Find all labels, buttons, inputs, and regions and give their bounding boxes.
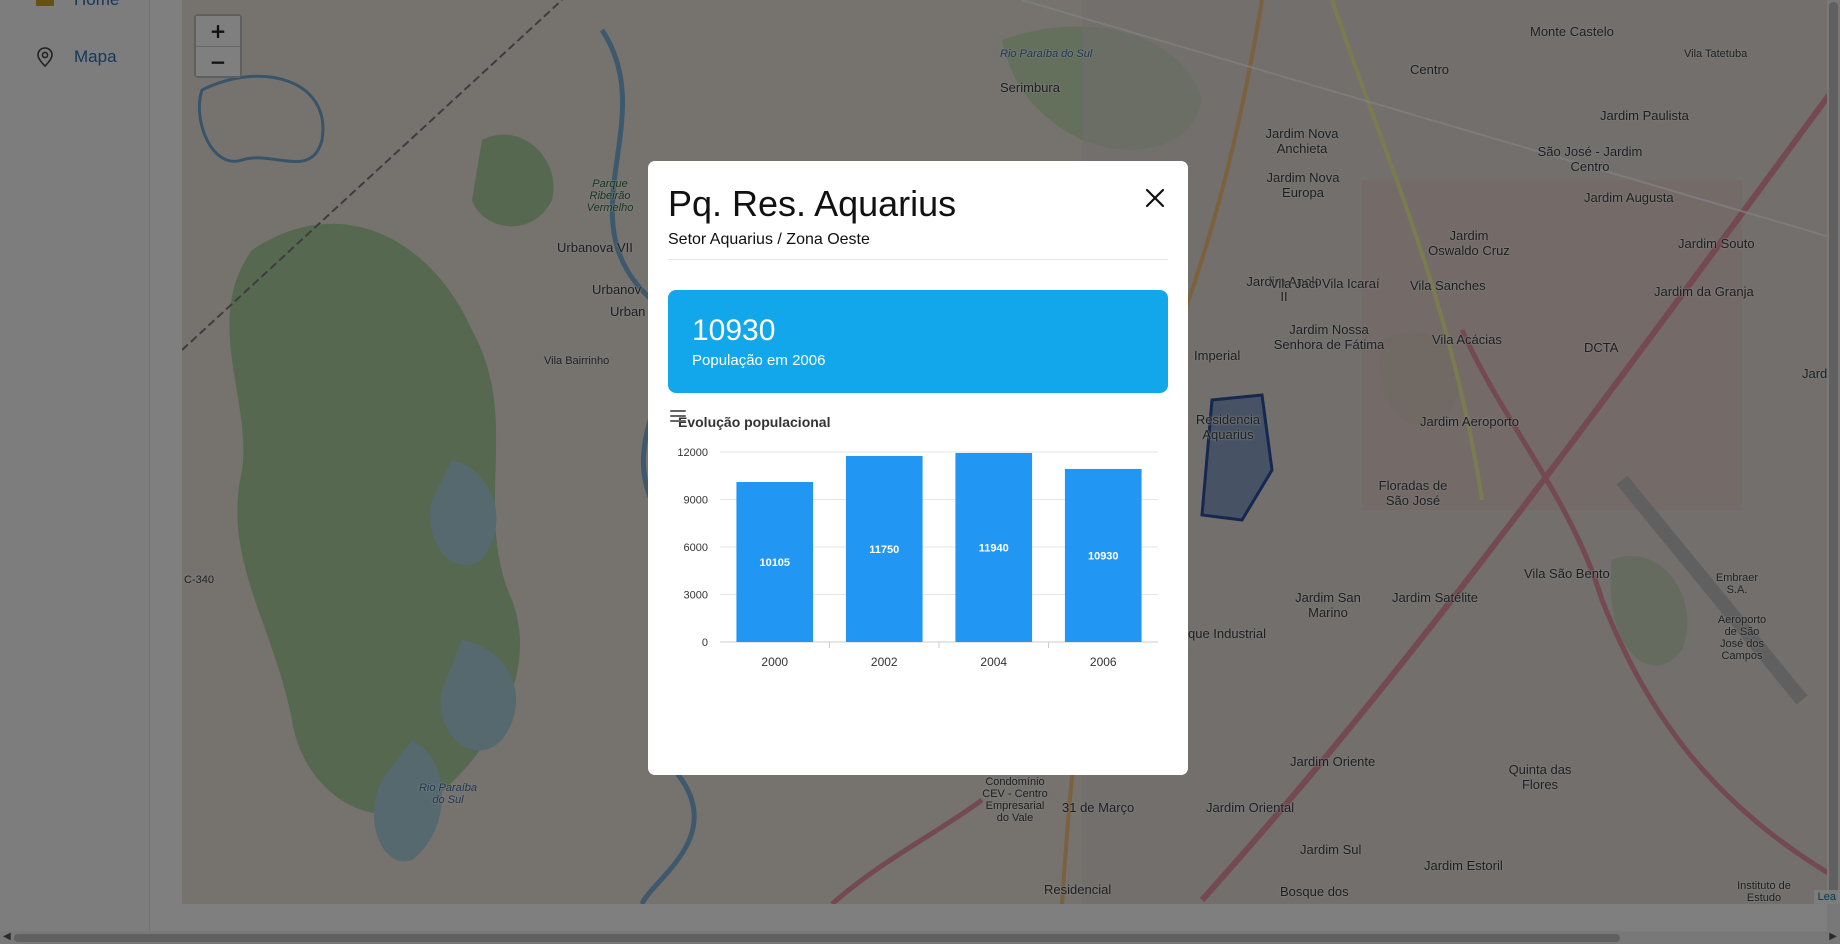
data-label: 10930 bbox=[1088, 550, 1119, 562]
y-tick-label: 6000 bbox=[684, 542, 708, 554]
close-icon bbox=[1145, 188, 1165, 208]
y-tick-label: 12000 bbox=[677, 447, 708, 459]
data-label: 11940 bbox=[979, 542, 1009, 554]
data-label: 11750 bbox=[869, 544, 899, 556]
stat-label: População em 2006 bbox=[692, 352, 826, 369]
y-tick-label: 9000 bbox=[684, 495, 708, 507]
modal-title: Pq. Res. Aquarius bbox=[668, 183, 957, 224]
population-stat-card: 10930 População em 2006 bbox=[668, 290, 1168, 393]
stat-value: 10930 bbox=[692, 314, 776, 347]
x-tick-label: 2006 bbox=[1090, 655, 1117, 669]
neighborhood-modal: Pq. Res. Aquarius Setor Aquarius / Zona … bbox=[648, 161, 1188, 775]
data-label: 10105 bbox=[759, 557, 790, 569]
modal-subtitle: Setor Aquarius / Zona Oeste bbox=[668, 231, 870, 248]
population-chart: 0 3000 6000 9000 12000 10105 2000 11750 2002 1194… bbox=[668, 406, 1168, 736]
y-tick-label: 0 bbox=[702, 637, 708, 649]
chart-canvas: 0 3000 6000 9000 12000 10105 2000 11750 2002 1194… bbox=[677, 447, 1158, 669]
y-tick-label: 3000 bbox=[684, 590, 708, 602]
x-tick-label: 2000 bbox=[761, 655, 788, 669]
close-button[interactable] bbox=[1142, 185, 1168, 211]
x-tick-label: 2004 bbox=[980, 655, 1007, 669]
chart-title: Evolução populacional bbox=[678, 414, 831, 430]
modal-divider bbox=[668, 259, 1168, 260]
x-tick-label: 2002 bbox=[871, 655, 898, 669]
hamburger-menu-icon[interactable] bbox=[668, 406, 688, 426]
